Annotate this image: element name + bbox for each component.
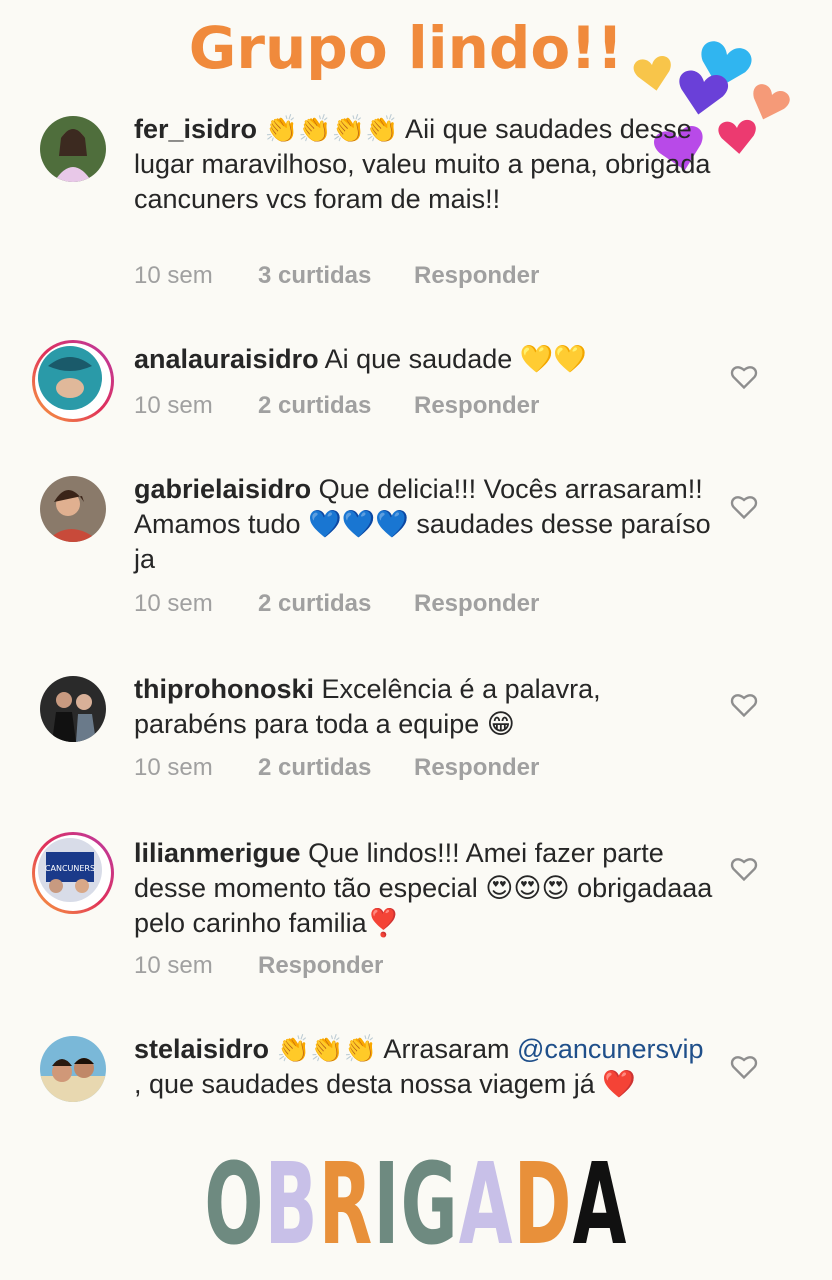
comment-username[interactable]: analauraisidro	[134, 344, 319, 374]
comment-username[interactable]: gabrielaisidro	[134, 474, 311, 504]
comment-username[interactable]: lilianmerigue	[134, 838, 301, 868]
comment-likes[interactable]: 2 curtidas	[258, 754, 414, 782]
comment-time: 10 sem	[134, 262, 213, 289]
comment-likes[interactable]: 2 curtidas	[258, 392, 414, 420]
clap-emojis: 👏👏👏	[269, 1034, 378, 1064]
avatar[interactable]: CANCUNERS	[32, 832, 114, 914]
comment-username[interactable]: thiprohonoski	[134, 674, 314, 704]
reply-button[interactable]: Responder	[414, 262, 539, 289]
comment-body: analauraisidro Ai que saudade 💛💛	[134, 342, 714, 377]
comment-meta: 10 sem 2 curtidas Responder	[134, 392, 539, 420]
comment-time: 10 sem	[134, 590, 213, 617]
mention-link[interactable]: @cancunersvip	[517, 1034, 704, 1064]
comment-text: Arrasaram	[377, 1034, 517, 1064]
comment-text: Ai que saudade 💛💛	[318, 344, 587, 374]
obrigada-letter: R	[318, 1140, 374, 1270]
comment-time: 10 sem	[134, 952, 213, 979]
reply-button[interactable]: Responder	[258, 952, 383, 979]
comment-meta: 10 sem 2 curtidas Responder	[134, 754, 539, 782]
comment-likes[interactable]: 2 curtidas	[258, 590, 414, 618]
svg-text:CANCUNERS: CANCUNERS	[45, 864, 95, 873]
comment-body: gabrielaisidro Que delicia!!! Vocês arra…	[134, 472, 714, 577]
obrigada-letter: B	[264, 1140, 319, 1270]
heart-outline-icon[interactable]	[730, 1054, 758, 1080]
obrigada-letter: A	[458, 1140, 514, 1270]
comment-username[interactable]: fer_isidro	[134, 114, 257, 144]
comment-meta: 10 sem 3 curtidas Responder	[134, 262, 539, 290]
comment-body: fer_isidro 👏👏👏👏 Aii que saudades desse l…	[134, 112, 714, 217]
obrigada-letter: O	[204, 1140, 265, 1270]
reply-button[interactable]: Responder	[414, 754, 539, 781]
obrigada-letter: G	[400, 1140, 459, 1270]
clap-emojis: 👏👏👏👏	[264, 114, 400, 144]
comment-time: 10 sem	[134, 754, 213, 781]
avatar[interactable]	[40, 476, 106, 542]
comment-meta: 10 sem 2 curtidas Responder	[134, 590, 539, 618]
heart-outline-icon[interactable]	[730, 692, 758, 718]
heart-outline-icon[interactable]	[730, 494, 758, 520]
comment-username[interactable]: stelaisidro	[134, 1034, 269, 1064]
avatar[interactable]	[40, 1036, 106, 1102]
obrigada-letter: A	[572, 1140, 628, 1270]
comment-text-cont: , que saudades desta nossa viagem já ❤️	[134, 1069, 636, 1099]
comment-likes[interactable]: 3 curtidas	[258, 262, 414, 290]
comment-time: 10 sem	[134, 392, 213, 419]
obrigada-letter: D	[513, 1140, 573, 1270]
heart-outline-icon[interactable]	[730, 364, 758, 390]
comment-body: thiprohonoski Excelência é a palavra, pa…	[134, 672, 714, 742]
reply-button[interactable]: Responder	[414, 392, 539, 419]
avatar[interactable]	[32, 340, 114, 422]
heart-outline-icon[interactable]	[730, 856, 758, 882]
avatar[interactable]	[40, 116, 106, 182]
comment-body: stelaisidro 👏👏👏 Arrasaram @cancunersvip …	[134, 1032, 714, 1102]
comment-meta: 10 sem Responder	[134, 952, 383, 980]
obrigada-lettering: OBRIGADA	[158, 1140, 674, 1270]
reply-button[interactable]: Responder	[414, 590, 539, 617]
avatar[interactable]	[40, 676, 106, 742]
comment-body: lilianmerigue Que lindos!!! Amei fazer p…	[134, 836, 714, 941]
obrigada-letter: I	[373, 1140, 401, 1270]
